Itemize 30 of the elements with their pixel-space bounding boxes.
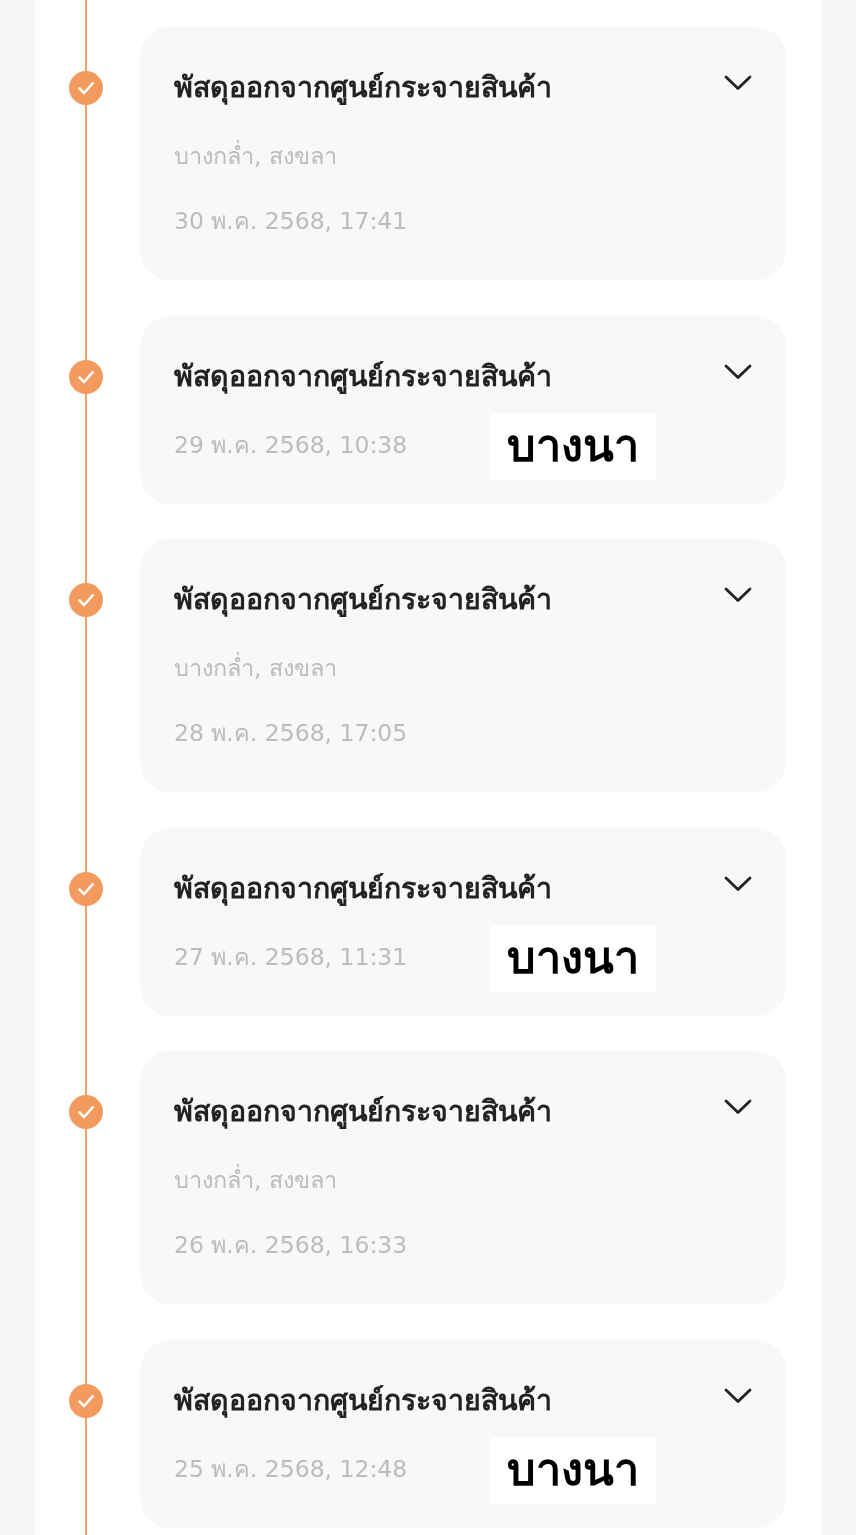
event-card[interactable]: พัสดุออกจากศูนย์กระจายสินค้า 25 พ.ค. 2568, 12:48 บางนา bbox=[140, 1339, 786, 1528]
event-time: 27 พ.ค. 2568, 11:31 bbox=[174, 941, 408, 973]
event-status: พัสดุออกจากศูนย์กระจายสินค้า bbox=[174, 70, 552, 107]
event-location: บางกล่ำ, สงขลา bbox=[174, 650, 337, 686]
chevron-down-icon[interactable] bbox=[724, 1099, 752, 1115]
event-status: พัสดุออกจากศูนย์กระจายสินค้า bbox=[174, 358, 552, 396]
event-time: 25 พ.ค. 2568, 12:48 bbox=[174, 1453, 408, 1485]
chevron-down-icon[interactable] bbox=[724, 875, 752, 892]
overlay-label: บางนา bbox=[490, 924, 656, 992]
overlay-label: บางนา bbox=[490, 412, 656, 480]
event-card[interactable]: พัสดุออกจากศูนย์กระจายสินค้า บางกล่ำ, สงขลา 26 พ.ค. 2568, 16:33 bbox=[140, 1051, 786, 1304]
chevron-down-icon[interactable] bbox=[724, 75, 752, 91]
event-card[interactable]: พัสดุออกจากศูนย์กระจายสินค้า บางกล่ำ, สงขลา 30 พ.ค. 2568, 17:41 bbox=[140, 27, 786, 280]
chevron-down-icon[interactable] bbox=[724, 363, 752, 380]
event-time: 28 พ.ค. 2568, 17:05 bbox=[174, 718, 408, 749]
event-status: พัสดุออกจากศูนย์กระจายสินค้า bbox=[174, 1094, 552, 1131]
chevron-down-icon[interactable] bbox=[724, 587, 752, 603]
event-time: 29 พ.ค. 2568, 10:38 bbox=[174, 429, 408, 461]
event-status: พัสดุออกจากศูนย์กระจายสินค้า bbox=[174, 582, 552, 619]
event-location: บางกล่ำ, สงขลา bbox=[174, 1162, 337, 1198]
chevron-down-icon[interactable] bbox=[724, 1387, 752, 1404]
event-status: พัสดุออกจากศูนย์กระจายสินค้า bbox=[174, 1382, 552, 1420]
event-card[interactable]: พัสดุออกจากศูนย์กระจายสินค้า 27 พ.ค. 2568, 11:31 บางนา bbox=[140, 827, 786, 1016]
event-status: พัสดุออกจากศูนย์กระจายสินค้า bbox=[174, 870, 552, 908]
event-card[interactable]: พัสดุออกจากศูนย์กระจายสินค้า บางกล่ำ, สงขลา 28 พ.ค. 2568, 17:05 bbox=[140, 539, 786, 792]
event-card[interactable]: พัสดุออกจากศูนย์กระจายสินค้า 29 พ.ค. 2568, 10:38 บางนา bbox=[140, 315, 786, 504]
event-time: 30 พ.ค. 2568, 17:41 bbox=[174, 206, 408, 237]
event-time: 26 พ.ค. 2568, 16:33 bbox=[174, 1230, 408, 1261]
event-location: บางกล่ำ, สงขลา bbox=[174, 138, 337, 174]
overlay-label: บางนา bbox=[490, 1436, 656, 1504]
